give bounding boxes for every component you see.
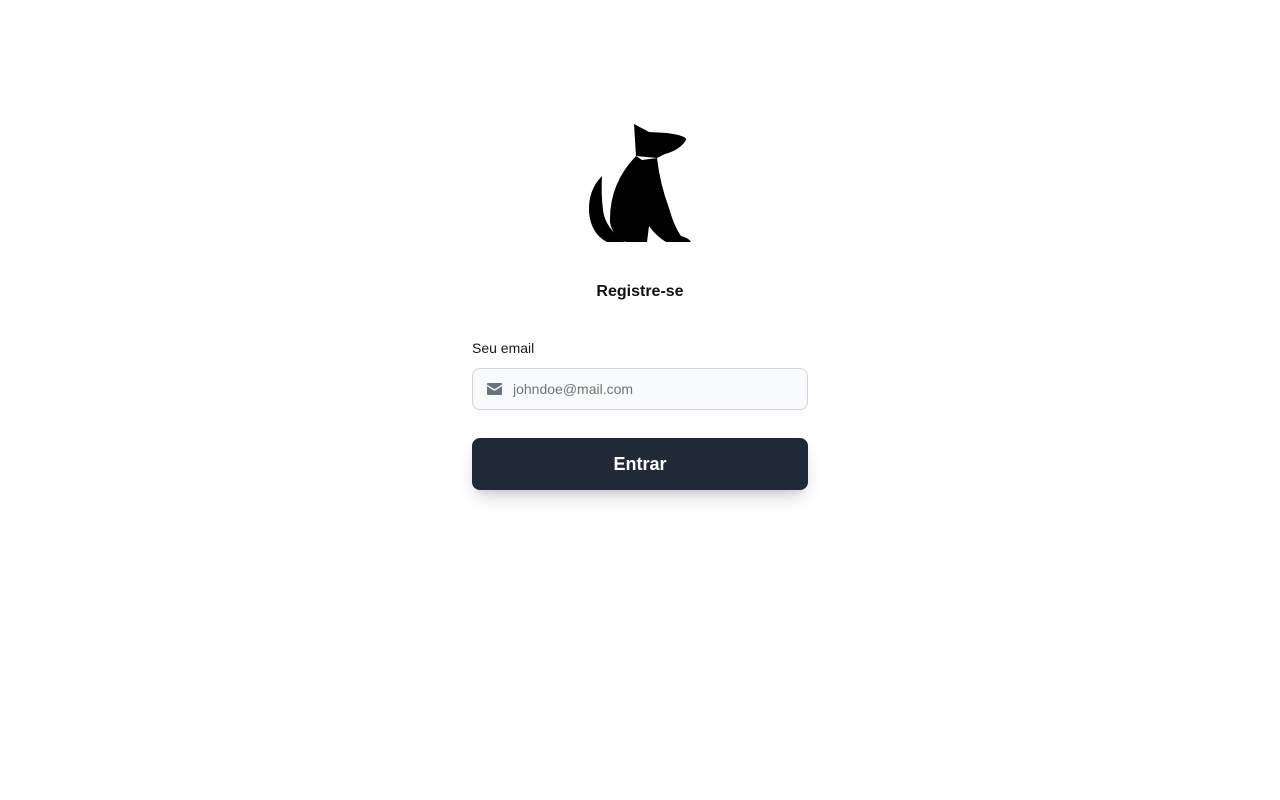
register-page: Registre-se Seu email Entrar <box>0 0 1280 800</box>
sitting-dog-logo-icon <box>588 124 691 242</box>
email-input[interactable] <box>513 369 798 409</box>
email-field-wrapper <box>472 368 808 410</box>
page-title: Registre-se <box>596 283 684 300</box>
envelope-icon <box>487 383 502 395</box>
submit-button[interactable]: Entrar <box>472 438 808 490</box>
register-form: Seu email Entrar <box>472 338 808 490</box>
email-label: Seu email <box>472 340 535 356</box>
